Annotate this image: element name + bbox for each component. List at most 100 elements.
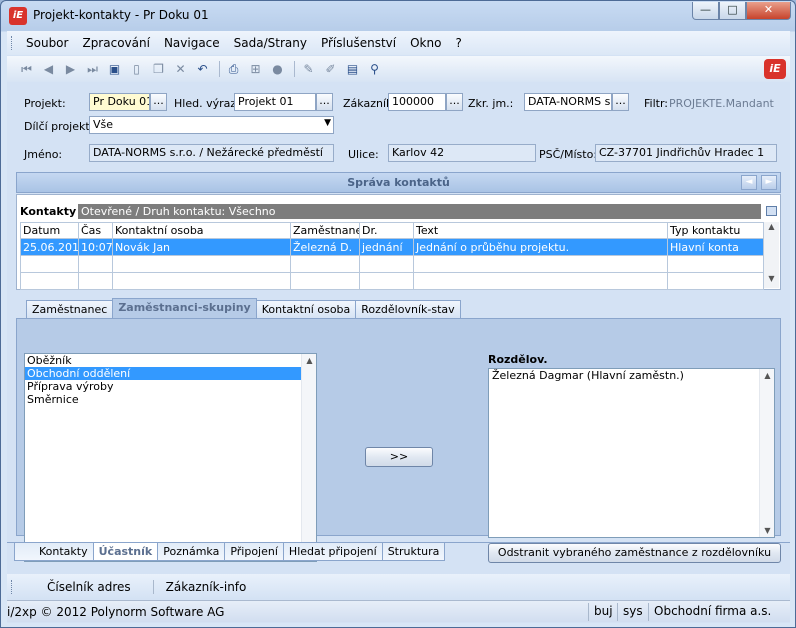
undo-icon[interactable]: ↶ [193,60,212,78]
copy-icon[interactable]: ❐ [149,60,168,78]
table-cell[interactable]: jednání [359,238,414,256]
filtr-label: Filtr: [644,97,668,110]
table-row-empty[interactable] [20,272,764,290]
column-header[interactable]: Čas [78,222,113,239]
panel-header: Správa kontaktů ◄ ► [16,172,781,193]
tab-kontaktni-osoba[interactable]: Kontaktní osoba [255,300,357,318]
table-cell[interactable]: Novák Jan [112,238,291,256]
menu-okno[interactable]: Okno [403,36,448,50]
edit-icon[interactable]: ✎ [299,60,318,78]
zakaznik-info-button[interactable]: Zákazník-info [154,580,269,594]
scroll-down-icon[interactable]: ▼ [764,274,779,288]
tab-rozdelovnik-stav[interactable]: Rozdělovník-stav [355,300,461,318]
groups-scrollbar[interactable]: ▲ ▼ [301,354,316,561]
detail-tab-panel: Zaměstnanec Zaměstnanci-skupiny Kontaktn… [16,296,781,563]
hled-vyraz-field[interactable]: Projekt 01 [234,93,316,111]
last-record-icon[interactable]: ⏭ [83,60,102,78]
maximize-button[interactable]: □ [719,2,746,20]
scroll-down-icon[interactable]: ▼ [760,526,775,535]
menu-prislusenstvi[interactable]: Příslušenství [314,36,403,50]
table-cell[interactable]: Jednání o průběhu projektu. [413,238,668,256]
groups-list[interactable]: Oběžník Obchodní oddělení Příprava výrob… [24,353,317,562]
list-item[interactable]: Obchodní oddělení [25,367,316,380]
ciselnik-adres-button[interactable]: Číselník adres [35,579,154,594]
grid-settings-icon[interactable] [766,206,777,216]
structure-icon[interactable]: ⊞ [246,60,265,78]
contacts-table: Datum Čas Kontaktní osoba Zaměstnanec Dr… [20,222,764,290]
menu-help[interactable]: ? [448,36,468,50]
next-record-icon[interactable]: ▶ [61,60,80,78]
tab-zamestnanec[interactable]: Zaměstnanec [26,300,114,318]
dilci-projekt-label: Dílčí projekt: [24,120,94,133]
disabled-icon[interactable]: ● [268,60,287,78]
tab-struktura[interactable]: Struktura [381,543,446,561]
column-header[interactable]: Zaměstnanec [290,222,360,239]
hled-vyraz-label: Hled. výraz: [174,97,240,110]
tab-ucastnik[interactable]: Účastník [92,543,159,561]
hled-vyraz-lookup-button[interactable]: ... [316,93,333,111]
save-icon[interactable]: ▣ [105,60,124,78]
prev-record-icon[interactable]: ◀ [39,60,58,78]
table-row-empty[interactable] [20,255,764,273]
dilci-projekt-select[interactable]: Vše ▼ [89,116,334,134]
zkr-jm-field[interactable]: DATA-NORMS s [524,93,612,111]
tab-zamestnanci-skupiny[interactable]: Zaměstnanci-skupiny [112,298,257,318]
first-record-icon[interactable]: ⏮ [17,60,36,78]
close-button[interactable]: ✕ [746,2,791,20]
column-header[interactable]: Text [413,222,668,239]
table-row[interactable]: 25.06.2012 10:07 Novák Jan Železná D. je… [20,238,764,256]
menu-zpracovani[interactable]: Zpracování [75,36,156,50]
toolbar: ⏮ ◀ ▶ ⏭ ▣ ▯ ❐ ✕ ↶ ⎙ ⊞ ● ✎ ✐ ▤ ⚲ iE [7,56,790,82]
print-icon[interactable]: ⎙ [224,60,243,78]
status-user: buj [588,603,613,621]
projekt-lookup-button[interactable]: ... [150,93,167,111]
window-title: Projekt-kontakty - Pr Doku 01 [33,8,209,22]
status-bar: i/2xp © 2012 Polynorm Software AG buj sy… [7,600,790,622]
minimize-button[interactable]: — [692,2,719,20]
column-header[interactable]: Datum [20,222,79,239]
grid-scrollbar[interactable]: ▲ ▼ [764,222,779,288]
list-item[interactable]: Oběžník [25,354,316,367]
list-item[interactable]: Železná Dagmar (Hlavní zaměstn.) [489,369,774,382]
scroll-up-icon[interactable]: ▲ [764,222,779,236]
new-icon[interactable]: ▯ [127,60,146,78]
table-cell[interactable]: 25.06.2012 [20,238,79,256]
jmeno-label: Jméno: [24,148,63,161]
ulice-label: Ulice: [348,148,379,161]
distribution-list[interactable]: Železná Dagmar (Hlavní zaměstn.) ▲ ▼ [488,368,775,538]
column-header[interactable]: Dr. [359,222,414,239]
tab-pripojeni[interactable]: Připojení [224,543,284,561]
table-cell[interactable]: Železná D. [290,238,360,256]
column-header[interactable]: Kontaktní osoba [112,222,291,239]
distribution-scrollbar[interactable]: ▲ ▼ [759,369,774,537]
list-item[interactable]: Směrnice [25,393,316,406]
filter-icon[interactable]: ⚲ [365,60,384,78]
table-icon[interactable]: ▤ [343,60,362,78]
projekt-field[interactable]: Pr Doku 01 [89,93,150,111]
panel-next-button[interactable]: ► [761,175,777,190]
table-cell[interactable]: 10:07 [78,238,113,256]
column-header[interactable]: Typ kontaktu [667,222,764,239]
edit-light-icon[interactable]: ✐ [321,60,340,78]
tab-hledat-pripojeni[interactable]: Hledat připojení [282,543,383,561]
title-bar[interactable]: iE Projekt-kontakty - Pr Doku 01 — □ ✕ [1,1,795,31]
table-header-row: Datum Čas Kontaktní osoba Zaměstnanec Dr… [20,222,764,239]
zakaznik-field[interactable]: 100000 [388,93,446,111]
menu-soubor[interactable]: Soubor [19,36,75,50]
scroll-up-icon[interactable]: ▲ [760,371,775,380]
tab-poznamka[interactable]: Poznámka [157,543,226,561]
list-item[interactable]: Příprava výroby [25,380,316,393]
menu-navigace[interactable]: Navigace [157,36,227,50]
delete-icon[interactable]: ✕ [171,60,190,78]
scroll-up-icon[interactable]: ▲ [302,356,317,365]
zakaznik-lookup-button[interactable]: ... [446,93,463,111]
toolbar-separator [219,61,220,77]
add-to-distribution-button[interactable]: >> [365,447,433,467]
panel-prev-button[interactable]: ◄ [741,175,757,190]
table-cell[interactable]: Hlavní konta [667,238,764,256]
zkr-jm-lookup-button[interactable]: ... [612,93,629,111]
remove-employee-button[interactable]: Odstranit vybraného zaměstnance z rozděl… [488,543,781,563]
ulice-field: Karlov 42 [388,144,536,162]
tab-kontakty[interactable]: Kontakty [14,543,94,561]
menu-sada-strany[interactable]: Sada/Strany [227,36,314,50]
